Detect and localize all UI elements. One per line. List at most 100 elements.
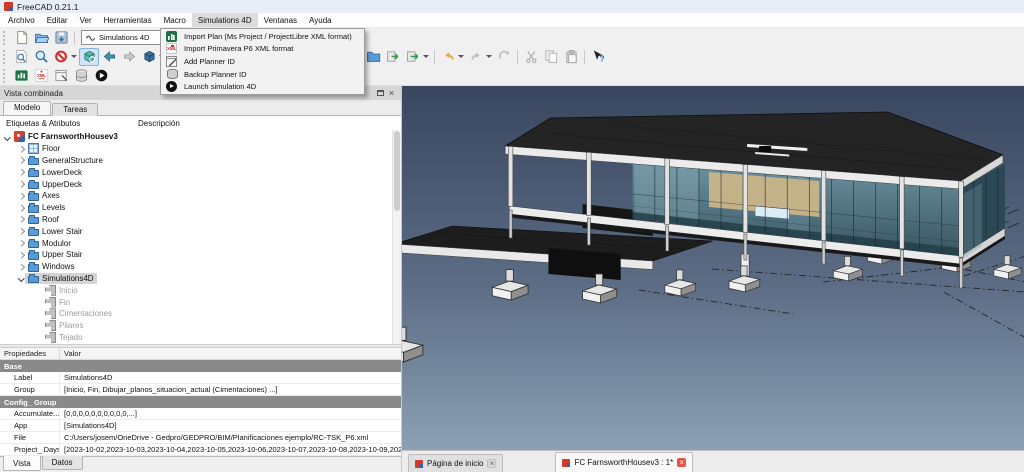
tree-item[interactable]: Inicio (0, 284, 401, 296)
property-row[interactable]: Base (0, 360, 401, 372)
menu-item[interactable]: Herramientas (98, 13, 158, 27)
paste-button[interactable] (561, 48, 581, 66)
close-tab-icon[interactable]: × (677, 458, 687, 467)
zoom-button[interactable] (31, 48, 51, 66)
expand-chevron-icon[interactable] (34, 298, 42, 306)
whats-this-button[interactable]: ? (588, 48, 608, 66)
property-row[interactable]: Accumulate... [0,0,0,0,0,0,0,0,0,0,...] (0, 408, 401, 420)
combo-view-tab[interactable]: Tareas (52, 102, 99, 116)
property-row[interactable]: App [Simulations4D] (0, 420, 401, 432)
save-button[interactable] (51, 29, 71, 47)
expand-chevron-icon[interactable] (17, 145, 25, 153)
backup-planner-id-button[interactable] (71, 67, 91, 85)
property-row[interactable]: File C:/Users/josem/OneDrive - Gedpro/GE… (0, 432, 401, 444)
toolbar-grip[interactable] (3, 68, 8, 83)
launch-simulation-button[interactable] (91, 67, 111, 85)
expand-chevron-icon[interactable] (17, 192, 25, 200)
tree-item[interactable]: Simulations4D (0, 272, 401, 285)
property-value[interactable]: Simulations4D (60, 373, 401, 382)
add-planner-id-button[interactable] (51, 67, 71, 85)
tree-item[interactable]: Cimentaciones (0, 308, 401, 320)
menu-item[interactable]: Editar (41, 13, 74, 27)
property-view-tab[interactable]: Datos (41, 456, 83, 470)
property-row[interactable]: Group [Inicio, Fin, Dibujar_planos_situa… (0, 384, 401, 396)
dropdown-arrow[interactable] (486, 55, 492, 58)
property-view-tab[interactable]: Vista (3, 456, 41, 471)
undock-button[interactable] (375, 88, 386, 99)
combo-view-tab[interactable]: Modelo (3, 100, 52, 115)
import-ms-project-button[interactable] (11, 67, 31, 85)
expand-chevron-icon[interactable] (34, 310, 42, 318)
expand-chevron-icon[interactable] (34, 286, 42, 294)
menu-option[interactable]: Import Plan (Ms Project / ProjectLibre X… (161, 30, 364, 43)
tree-item[interactable]: Levels (0, 202, 401, 214)
open-folder-button[interactable] (363, 48, 383, 66)
menu-item[interactable]: Macro (158, 13, 192, 27)
menu-option[interactable]: Backup Planner ID (161, 68, 364, 81)
tree-item[interactable]: Fin (0, 296, 401, 308)
tree-item[interactable]: LowerDeck (0, 166, 401, 178)
menu-option[interactable]: Add Planner ID (161, 55, 364, 68)
nav-forward-button[interactable] (119, 48, 139, 66)
tree-item[interactable]: Windows (0, 261, 401, 273)
tree-item[interactable]: Tejado (0, 331, 401, 344)
menu-item[interactable]: Ayuda (303, 13, 338, 27)
dropdown-arrow[interactable] (458, 55, 464, 58)
expand-chevron-icon[interactable] (17, 274, 25, 282)
expand-chevron-icon[interactable] (17, 180, 25, 188)
expand-chevron-icon[interactable] (17, 239, 25, 247)
document-tab[interactable]: Página de inicio × (408, 454, 504, 472)
tree-item[interactable]: Pilares (0, 320, 401, 332)
cut-button[interactable] (521, 48, 541, 66)
redo-button[interactable] (466, 48, 486, 66)
expand-chevron-icon[interactable] (17, 251, 25, 259)
tree-item[interactable]: Roof (0, 214, 401, 226)
expand-chevron-icon[interactable] (17, 204, 25, 212)
expand-chevron-icon[interactable] (17, 215, 25, 223)
expand-chevron-icon[interactable] (17, 168, 25, 176)
axonometric-view-button[interactable] (139, 48, 159, 66)
dropdown-arrow[interactable] (423, 55, 429, 58)
tree-item[interactable]: Modulor (0, 237, 401, 249)
nav-back-button[interactable] (99, 48, 119, 66)
expand-chevron-icon[interactable] (34, 322, 42, 330)
import-primavera-xml-button[interactable]: XML (31, 67, 51, 85)
export-alt-button[interactable] (403, 48, 423, 66)
copy-button[interactable] (541, 48, 561, 66)
dropdown-arrow[interactable] (71, 55, 77, 58)
tree-item[interactable]: Axes (0, 190, 401, 202)
property-value[interactable]: [0,0,0,0,0,0,0,0,0,0,...] (60, 409, 401, 418)
expand-chevron-icon[interactable] (17, 156, 25, 164)
fit-all-button[interactable] (79, 47, 99, 66)
menu-option[interactable]: Launch simulation 4D (161, 80, 364, 93)
tree-scrollbar[interactable] (392, 130, 401, 344)
expand-chevron-icon[interactable] (34, 333, 42, 341)
expand-chevron-icon[interactable] (17, 227, 25, 235)
undo-button[interactable] (438, 48, 458, 66)
menu-item[interactable]: Ver (74, 13, 98, 27)
property-value[interactable]: C:/Users/josem/OneDrive - Gedpro/GEDPRO/… (60, 433, 401, 442)
tree-item[interactable]: FC FarnsworthHousev3 (0, 131, 401, 143)
menu-item[interactable]: Archivo (2, 13, 41, 27)
close-tab-icon[interactable]: × (487, 459, 497, 468)
tree-item[interactable]: GeneralStructure (0, 155, 401, 167)
menu-item[interactable]: Ventanas (258, 13, 303, 27)
toolbar-grip[interactable] (3, 49, 8, 64)
document-tab[interactable]: FC FarnsworthHousev3 : 1* × (555, 452, 694, 472)
open-file-button[interactable] (31, 29, 51, 47)
toolbar-grip[interactable] (3, 30, 8, 45)
property-row[interactable]: Project_ Days [2023-10-02,2023-10-03,202… (0, 444, 401, 456)
new-file-button[interactable] (11, 29, 31, 47)
clipping-button[interactable] (51, 48, 71, 66)
menu-item[interactable]: Simulations 4D (191, 13, 258, 27)
tree-item[interactable]: Lower Stair (0, 225, 401, 237)
tree-item[interactable]: Floor (0, 143, 401, 155)
property-value[interactable]: [2023-10-02,2023-10-03,2023-10-04,2023-1… (60, 445, 401, 454)
expand-chevron-icon[interactable] (17, 263, 25, 271)
menu-option[interactable]: Import Primavera P6 XML format (161, 43, 364, 56)
tree-item[interactable]: UpperDeck (0, 178, 401, 190)
scrollbar-thumb[interactable] (394, 131, 400, 211)
property-row[interactable]: Config_ Group (0, 396, 401, 408)
property-row[interactable]: Label Simulations4D (0, 372, 401, 384)
refresh-button[interactable] (494, 48, 514, 66)
